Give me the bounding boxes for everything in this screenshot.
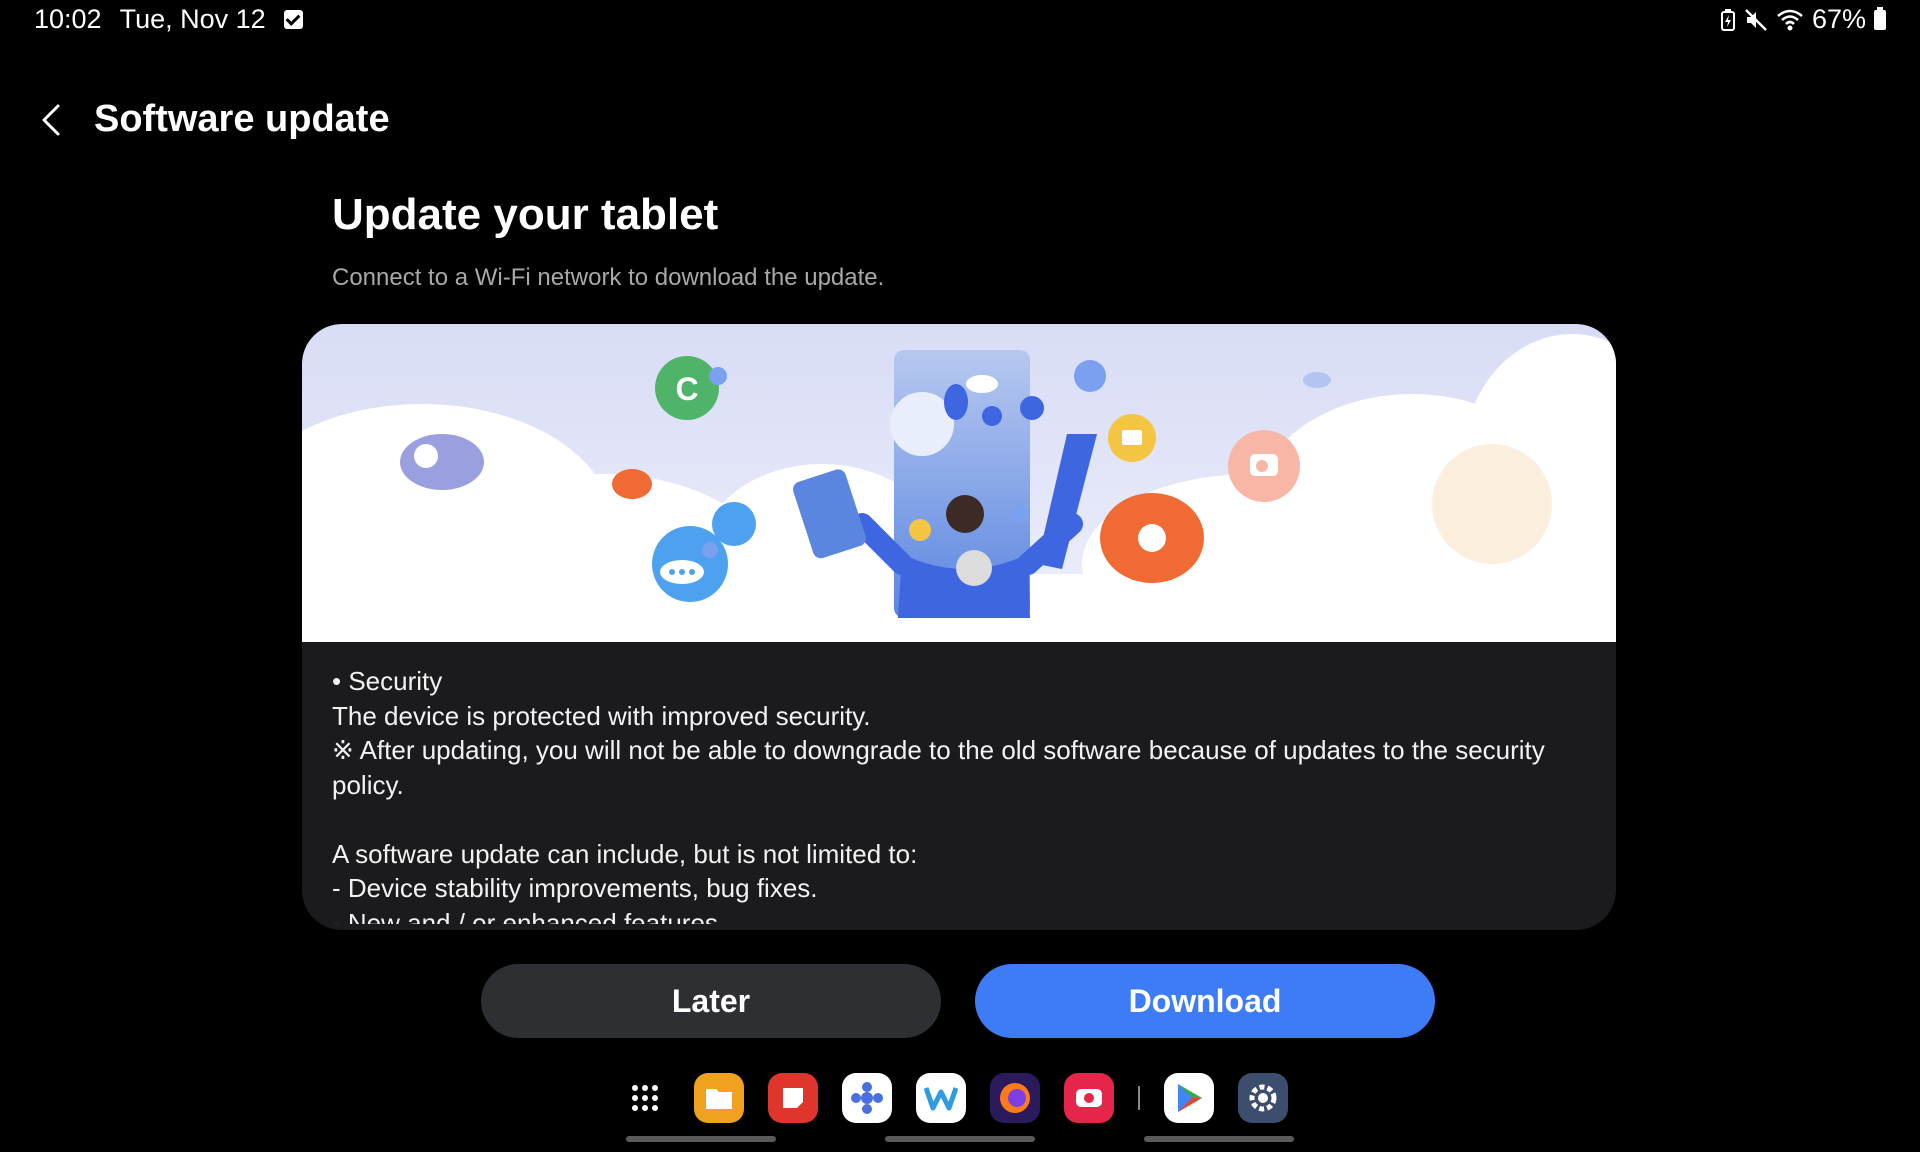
notification-check-icon xyxy=(283,10,303,29)
play-store-icon[interactable] xyxy=(1164,1073,1214,1123)
update-card: C • Security The device is protected wit… xyxy=(302,324,1616,930)
my-files-icon[interactable] xyxy=(694,1073,744,1123)
later-button[interactable]: Later xyxy=(481,964,941,1038)
wordle-icon[interactable] xyxy=(916,1073,966,1123)
dock-separator xyxy=(1138,1086,1140,1110)
notes-line: ※ After updating, you will not be able t… xyxy=(332,735,1545,800)
app-bar: Software update xyxy=(0,88,1920,158)
battery-percent: 67% xyxy=(1811,4,1866,34)
notes-line: The device is protected with improved se… xyxy=(332,700,871,731)
update-illustration: C xyxy=(302,324,1616,642)
bixby-icon[interactable] xyxy=(842,1073,892,1123)
back-button[interactable] xyxy=(30,98,74,142)
battery-icon xyxy=(1874,6,1886,30)
status-time: 10:02 xyxy=(34,4,102,34)
nav-handle-center[interactable] xyxy=(885,1136,1035,1142)
samsung-notes-icon[interactable] xyxy=(768,1073,818,1123)
notes-line: • Security xyxy=(332,666,443,696)
release-notes: • Security The device is protected with … xyxy=(332,664,1582,924)
page-title: Software update xyxy=(94,98,390,140)
nav-handle-right[interactable] xyxy=(1144,1136,1294,1142)
settings-icon[interactable] xyxy=(1238,1073,1288,1123)
chevron-left-icon xyxy=(42,104,60,136)
notes-spacer xyxy=(332,802,1582,837)
status-left: 10:02 Tue, Nov 12 xyxy=(34,4,303,35)
notes-line: A software update can include, but is no… xyxy=(332,838,918,869)
nav-handle-left[interactable] xyxy=(626,1136,776,1142)
taskbar xyxy=(620,1072,1288,1124)
app-drawer-icon[interactable] xyxy=(620,1073,670,1123)
update-headline: Update your tablet xyxy=(332,190,719,239)
status-date: Tue, Nov 12 xyxy=(119,4,266,34)
mute-icon xyxy=(1745,8,1767,31)
download-button[interactable]: Download xyxy=(975,964,1435,1038)
status-right: 67% xyxy=(1720,4,1886,35)
status-bar: 10:02 Tue, Nov 12 67% xyxy=(0,0,1920,44)
svg-text:C: C xyxy=(675,371,698,407)
notes-line: - Device stability improvements, bug fix… xyxy=(332,873,818,903)
update-subtitle: Connect to a Wi-Fi network to download t… xyxy=(332,264,885,291)
battery-saver-icon xyxy=(1720,8,1735,31)
firefox-icon[interactable] xyxy=(990,1073,1040,1123)
wifi-icon xyxy=(1777,9,1803,30)
notes-line: - New and / or enhanced features. xyxy=(332,907,726,925)
screen-recorder-icon[interactable] xyxy=(1064,1073,1114,1123)
